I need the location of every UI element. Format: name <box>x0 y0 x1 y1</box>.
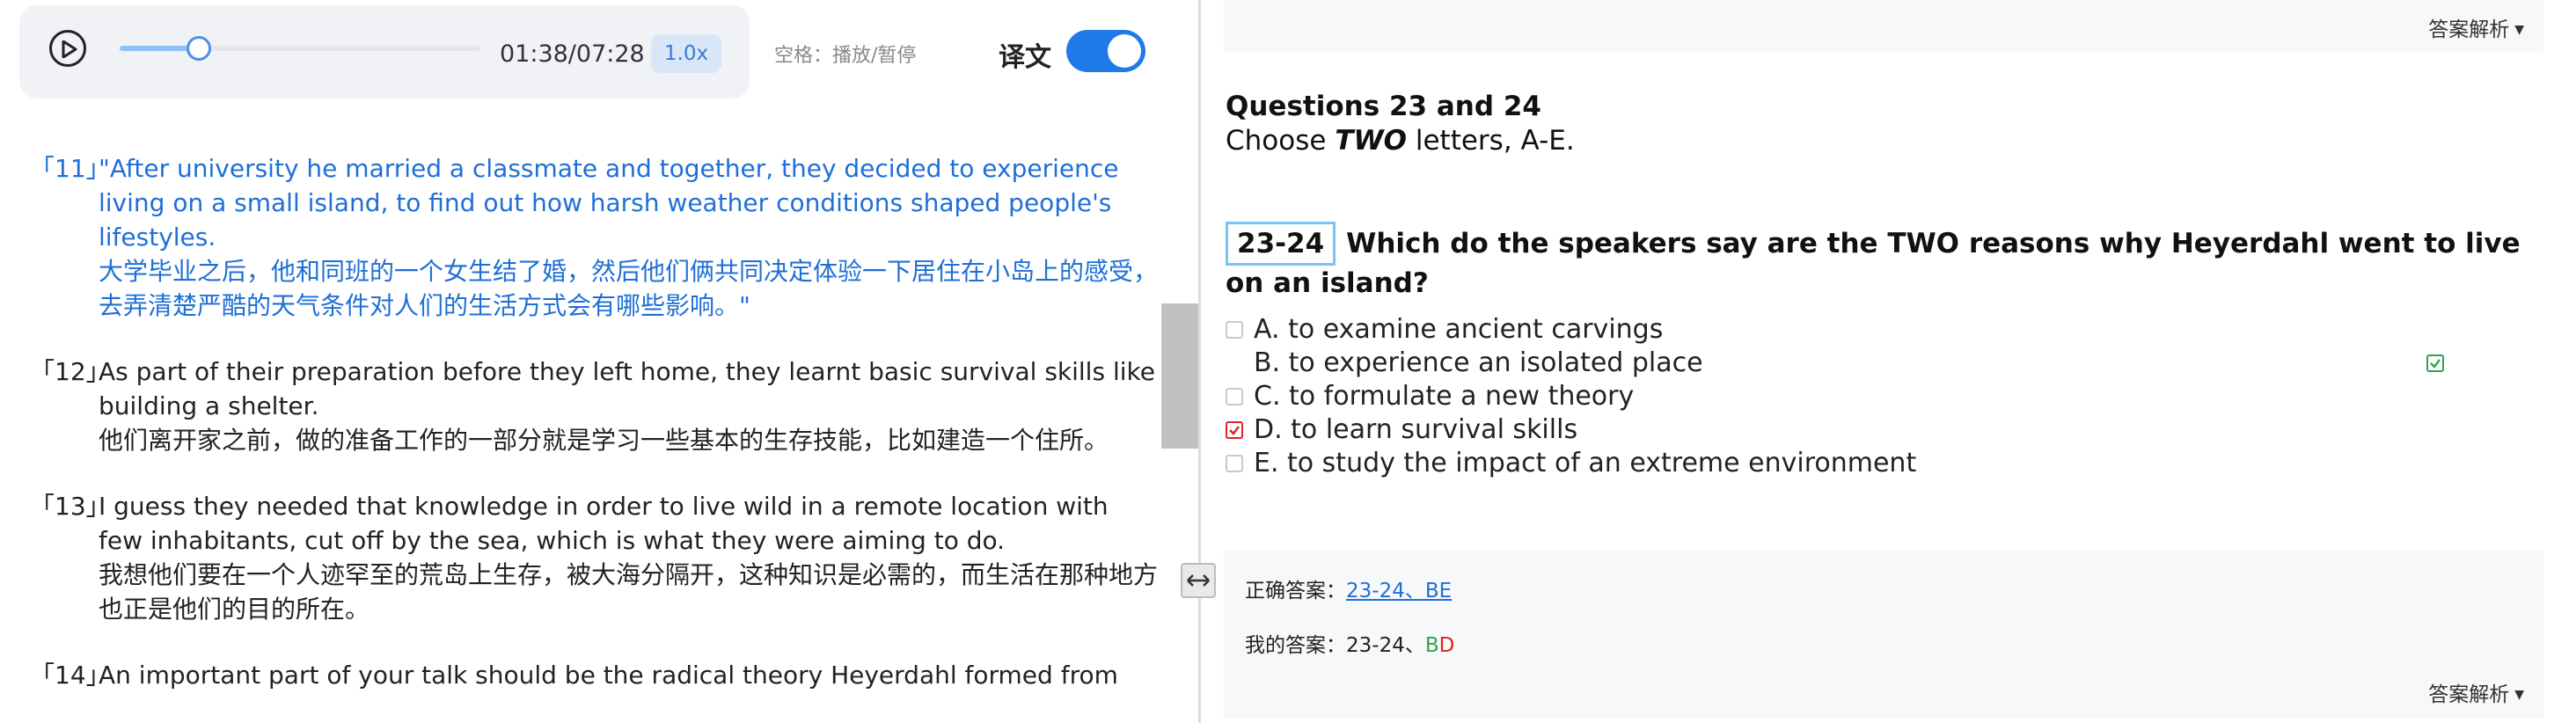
transcript-segment[interactable]: 「12」 As part of their preparation before… <box>30 354 1158 457</box>
option-label: E. to study the impact of an extreme env… <box>1254 448 1917 478</box>
option-a[interactable]: A. to examine ancient carvings <box>1226 313 1916 347</box>
instruction-text: Choose <box>1226 125 1336 157</box>
transcript-pane: 01:38/07:28 1.0x 空格：播放/暂停 译文 「11」 "After… <box>0 0 1198 723</box>
option-label: C. to formulate a new theory <box>1254 381 1635 412</box>
progress-slider[interactable] <box>120 36 480 61</box>
answer-analysis-toggle[interactable]: 答案解析 ▼ <box>2428 12 2524 42</box>
question-pane: 答案解析 ▼ Questions 23 and 24 Choose TWO let… <box>1201 0 2576 723</box>
correct-answer-label: 正确答案： <box>1245 580 1346 602</box>
answer-analysis-toggle-bottom[interactable]: 答案解析 ▼ <box>2428 677 2524 707</box>
option-label: B. to experience an isolated place <box>1254 347 1703 378</box>
question-instruction: Choose TWO letters, A-E. <box>1226 125 1575 157</box>
top-analysis-bar: 答案解析 ▼ <box>1224 0 2543 53</box>
check-icon <box>1229 426 1240 435</box>
play-icon <box>62 40 77 58</box>
speed-button[interactable]: 1.0x <box>651 34 721 73</box>
my-answer-wrong-choice: D <box>1438 634 1455 657</box>
transcript-list: 「11」 "After university he married a clas… <box>30 151 1158 723</box>
check-icon <box>2430 359 2441 369</box>
segment-number: 「11」 <box>30 154 111 183</box>
checkbox[interactable] <box>1226 388 1243 405</box>
option-label: D. to learn survival skills <box>1254 414 1578 445</box>
my-answer-correct-choice: B <box>1424 634 1439 657</box>
segment-number: 「14」 <box>30 661 111 690</box>
question-block: 23-24 Which do the speakers say are the T… <box>1226 222 2545 301</box>
segment-chinese: 我想他们要在一个人迹罕至的荒岛上生存，被大海分隔开，这种知识是必需的，而生活在那… <box>99 560 1159 624</box>
correct-answer-row: 正确答案：23-24、BE <box>1245 573 1452 603</box>
my-answer-label: 我的答案： <box>1245 634 1346 657</box>
question-number: 23-24 <box>1226 222 1336 266</box>
audio-player: 01:38/07:28 1.0x <box>19 5 750 99</box>
shortcut-hint: 空格：播放/暂停 <box>774 45 917 67</box>
caret-down-icon: ▼ <box>2514 23 2524 37</box>
playback-time: 01:38/07:28 <box>500 40 645 68</box>
segment-chinese: 他们离开家之前，做的准备工作的一部分就是学习一些基本的生存技能，比如建造一个住所… <box>99 426 1109 455</box>
toggle-knob <box>1108 34 1141 68</box>
progress-thumb[interactable] <box>186 36 211 61</box>
instruction-text-end: letters, A-E. <box>1407 125 1575 157</box>
checkbox-correct[interactable] <box>2426 354 2444 372</box>
segment-english: "After university he married a classmate… <box>99 154 1119 252</box>
question-text: Which do the speakers say are the TWO re… <box>1226 228 2521 299</box>
translation-label: 译文 <box>999 42 1051 73</box>
segment-number: 「13」 <box>30 492 111 521</box>
instruction-emphasis: TWO <box>1335 125 1408 157</box>
scrollbar-thumb[interactable] <box>1161 303 1198 449</box>
transcript-segment[interactable]: 「13」 I guess they needed that knowledge … <box>30 489 1158 626</box>
checkbox-wrong[interactable] <box>1226 421 1243 439</box>
option-d[interactable]: D. to learn survival skills <box>1226 413 1916 447</box>
segment-number: 「12」 <box>30 357 111 386</box>
segment-english: As part of their preparation before they… <box>99 357 1155 420</box>
answer-options: A. to examine ancient carvings B. to exp… <box>1226 313 2444 480</box>
my-answer-row: 我的答案：23-24、BD <box>1245 628 1454 658</box>
my-answer-prefix: 23-24、 <box>1346 634 1425 657</box>
caret-down-icon: ▼ <box>2514 688 2524 702</box>
checkbox[interactable] <box>1226 455 1243 472</box>
transcript-segment[interactable]: 「14」 An important part of your talk shou… <box>30 658 1158 692</box>
answer-analysis-label: 答案解析 <box>2428 683 2510 706</box>
segment-english: I guess they needed that knowledge in or… <box>99 492 1109 555</box>
segment-chinese: 大学毕业之后，他和同班的一个女生结了婚，然后他们俩共同决定体验一下居住在小岛上的… <box>99 257 1159 320</box>
option-e[interactable]: E. to study the impact of an extreme env… <box>1226 447 1916 480</box>
checkbox[interactable] <box>1226 321 1243 339</box>
play-button[interactable] <box>49 30 86 67</box>
segment-english: An important part of your talk should be… <box>99 661 1118 690</box>
option-c[interactable]: C. to formulate a new theory <box>1226 380 1916 413</box>
transcript-segment[interactable]: 「11」 "After university he married a clas… <box>30 151 1158 323</box>
answer-analysis-label: 答案解析 <box>2428 18 2510 41</box>
option-label: A. to examine ancient carvings <box>1254 314 1664 345</box>
translation-toggle[interactable] <box>1066 30 1145 72</box>
answer-panel: 正确答案：23-24、BE 我的答案：23-24、BD 答案解析 ▼ <box>1224 550 2543 719</box>
correct-answer-link[interactable]: 23-24、BE <box>1346 580 1452 602</box>
option-b[interactable]: B. to experience an isolated place <box>1226 347 2444 380</box>
question-heading: Questions 23 and 24 <box>1226 91 1541 122</box>
